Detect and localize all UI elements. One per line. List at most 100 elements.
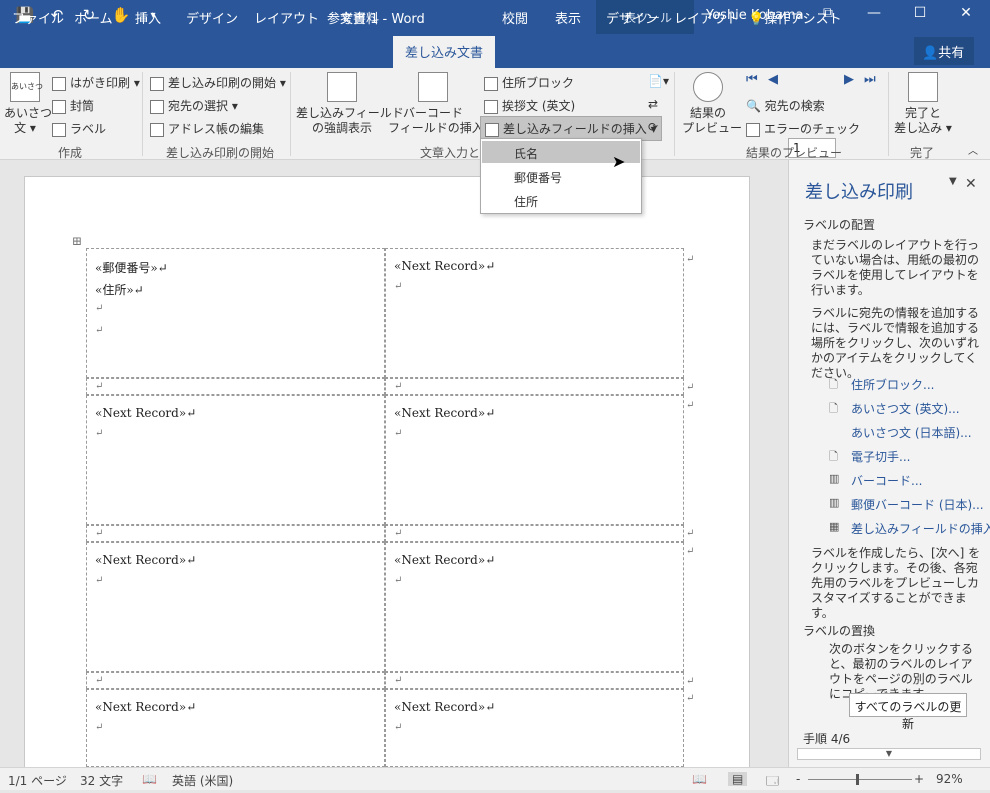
maximize-icon[interactable]: ☐ bbox=[900, 5, 940, 21]
minimize-icon[interactable]: — bbox=[854, 5, 894, 21]
recipients-icon bbox=[150, 99, 164, 114]
update-all-labels-button[interactable]: すべてのラベルの更新 bbox=[849, 693, 967, 731]
labels-button[interactable]: ラベル bbox=[52, 120, 106, 137]
collapse-ribbon-icon[interactable]: ︿ bbox=[968, 142, 978, 157]
insert-barcode-field-button[interactable]: バーコード フィールドの挿入 ▾ bbox=[388, 72, 494, 136]
share-button[interactable]: 👤共有 bbox=[914, 37, 974, 65]
link-greeting-english[interactable]: あいさつ文 (英文)... bbox=[851, 400, 960, 417]
first-record-icon[interactable]: ⏮ bbox=[746, 72, 758, 87]
zoom-in-button[interactable]: + bbox=[914, 772, 924, 786]
check-errors-button[interactable]: エラーのチェック bbox=[746, 120, 860, 137]
label-cell[interactable]: «Next Record»↵ ↵ bbox=[86, 542, 385, 672]
label-cell[interactable]: «郵便番号»↵ «住所»↵ ↵ ↵ bbox=[86, 248, 385, 378]
field-option-address[interactable]: 住所 bbox=[482, 189, 640, 211]
finish-merge-button[interactable]: 完了と 差し込み ▾ bbox=[892, 72, 954, 136]
previous-record-icon[interactable]: ◀ bbox=[768, 72, 778, 87]
greeting-line-icon: 🗋 bbox=[829, 402, 838, 415]
barcode-icon bbox=[418, 72, 448, 102]
label-cell[interactable]: «Next Record»↵ ↵ bbox=[385, 542, 684, 672]
preview-results-button[interactable]: 結果の プレビュー bbox=[682, 72, 742, 136]
row-end-mark: ↵ bbox=[686, 528, 695, 539]
select-recipients-button[interactable]: 宛先の選択 ▾ bbox=[150, 97, 238, 114]
spacer-cell[interactable]: ↵ bbox=[385, 672, 684, 689]
divider bbox=[142, 72, 143, 156]
group-finish: 完了 bbox=[910, 146, 935, 160]
page-count[interactable]: 1/1 ページ bbox=[8, 772, 67, 789]
merge-field-icon bbox=[485, 122, 499, 137]
envelope-button[interactable]: 封筒 bbox=[52, 97, 94, 114]
group-create: 作成 bbox=[58, 146, 83, 160]
row-end-mark: ↵ bbox=[686, 676, 695, 687]
edit-recipient-list-button[interactable]: アドレス帳の編集 bbox=[150, 120, 264, 137]
link-insert-merge-field[interactable]: 差し込みフィールドの挿入... bbox=[851, 520, 990, 537]
tab-tell-me[interactable]: 💡操作アシスト bbox=[748, 8, 842, 27]
section-arrange-labels: ラベルの配置 bbox=[803, 218, 876, 232]
tab-mailings[interactable]: 差し込み文書 bbox=[393, 36, 496, 68]
label-cell[interactable]: «Next Record»↵ ↵ bbox=[86, 689, 385, 767]
zoom-level[interactable]: 92% bbox=[936, 772, 963, 786]
print-layout-icon[interactable]: ▤ bbox=[728, 772, 748, 786]
link-address-block[interactable]: 住所ブロック... bbox=[851, 376, 934, 393]
greeting-line-button[interactable]: 挨拶文 (英文) bbox=[484, 97, 575, 114]
highlight-fields-icon bbox=[327, 72, 357, 102]
tab-references[interactable]: 参考資料 bbox=[327, 8, 379, 27]
tab-view[interactable]: 表示 bbox=[555, 8, 581, 27]
group-start-mail-merge: 差し込み印刷の開始 bbox=[166, 146, 275, 160]
barcode-icon: ▥ bbox=[829, 472, 840, 485]
spacer-cell[interactable]: ↵ bbox=[385, 378, 684, 395]
group-preview-results: 結果のプレビュー bbox=[746, 146, 843, 160]
label-cell[interactable]: «Next Record»↵ ↵ bbox=[385, 395, 684, 525]
zoom-out-button[interactable]: - bbox=[796, 772, 800, 786]
zoom-slider-thumb[interactable] bbox=[855, 774, 859, 785]
tab-design[interactable]: デザイン bbox=[186, 8, 238, 27]
start-mail-merge-button[interactable]: 差し込み印刷の開始 ▾ bbox=[150, 74, 286, 91]
find-recipient-button[interactable]: 🔍 宛先の検索 bbox=[746, 97, 825, 114]
address-block-button[interactable]: 住所ブロック bbox=[484, 74, 574, 91]
rules-icon[interactable]: 📄▾ bbox=[648, 74, 669, 88]
update-labels-icon[interactable]: ⟳ bbox=[648, 120, 658, 134]
tab-insert[interactable]: 挿入 bbox=[135, 8, 161, 27]
tab-table-design[interactable]: デザイン bbox=[606, 8, 658, 27]
zoom-slider[interactable] bbox=[808, 779, 912, 780]
word-count[interactable]: 32 文字 bbox=[80, 772, 123, 789]
last-record-icon[interactable]: ⏭ bbox=[864, 72, 876, 87]
table-move-handle-icon[interactable]: ⊞ bbox=[72, 234, 82, 248]
link-greeting-japanese[interactable]: あいさつ文 (日本語)... bbox=[851, 424, 972, 441]
link-electronic-postage[interactable]: 電子切手... bbox=[851, 448, 910, 465]
spacer-cell[interactable]: ↵ bbox=[86, 378, 385, 395]
pane-close-icon[interactable]: ✕ bbox=[965, 176, 977, 192]
spacer-cell[interactable]: ↵ bbox=[86, 672, 385, 689]
label-cell[interactable]: «Next Record»↵ ↵ bbox=[86, 395, 385, 525]
match-fields-icon[interactable]: ⇄ bbox=[648, 97, 658, 111]
label-cell[interactable]: «Next Record»↵ ↵ bbox=[385, 689, 684, 767]
postcard-icon bbox=[52, 76, 66, 91]
tab-table-layout[interactable]: レイアウト bbox=[674, 8, 739, 27]
divider bbox=[674, 72, 675, 156]
address-block-icon bbox=[484, 76, 498, 91]
tab-review[interactable]: 校閲 bbox=[502, 8, 528, 27]
greeting-card-button[interactable]: あいさつ あいさつ 文 ▾ bbox=[4, 72, 52, 136]
spacer-cell[interactable]: ↵ bbox=[86, 525, 385, 542]
link-postal-barcode[interactable]: 郵便バーコード (日本)... bbox=[851, 496, 984, 513]
pane-options-icon[interactable]: ▼ bbox=[949, 176, 957, 187]
check-errors-icon bbox=[746, 122, 760, 137]
postcard-button[interactable]: はがき印刷 ▾ bbox=[52, 74, 140, 91]
read-mode-icon[interactable]: 📖 bbox=[692, 772, 707, 786]
merge-field-dropdown: 氏名 郵便番号 住所 bbox=[480, 138, 642, 214]
close-icon[interactable]: ✕ bbox=[946, 5, 986, 21]
status-bar: 1/1 ページ 32 文字 📖 英語 (米国) 📖 ▤ 🗔 - + 92% bbox=[0, 767, 990, 790]
labels-icon bbox=[52, 122, 66, 137]
tab-file[interactable]: ファイル bbox=[12, 8, 64, 27]
next-record-icon[interactable]: ▶ bbox=[844, 72, 854, 87]
link-barcode[interactable]: バーコード... bbox=[851, 472, 922, 489]
tab-home[interactable]: ホーム bbox=[74, 8, 113, 27]
mail-merge-pane: 差し込み印刷 ▼ ✕ ラベルの配置 まだラベルのレイアウトを行っていない場合は、… bbox=[788, 160, 990, 767]
language-status[interactable]: 英語 (米国) bbox=[172, 772, 233, 789]
touch-mode-icon[interactable]: ✋ bbox=[110, 6, 132, 24]
tab-layout[interactable]: レイアウト bbox=[254, 8, 319, 27]
label-cell[interactable]: «Next Record»↵ ↵ bbox=[385, 248, 684, 378]
highlight-merge-fields-button[interactable]: 差し込みフィールド の強調表示 bbox=[296, 72, 404, 136]
proofing-icon[interactable]: 📖 bbox=[142, 772, 157, 786]
spacer-cell[interactable]: ↵ bbox=[385, 525, 684, 542]
pane-scroll-down-icon[interactable]: ▼ bbox=[797, 748, 981, 760]
